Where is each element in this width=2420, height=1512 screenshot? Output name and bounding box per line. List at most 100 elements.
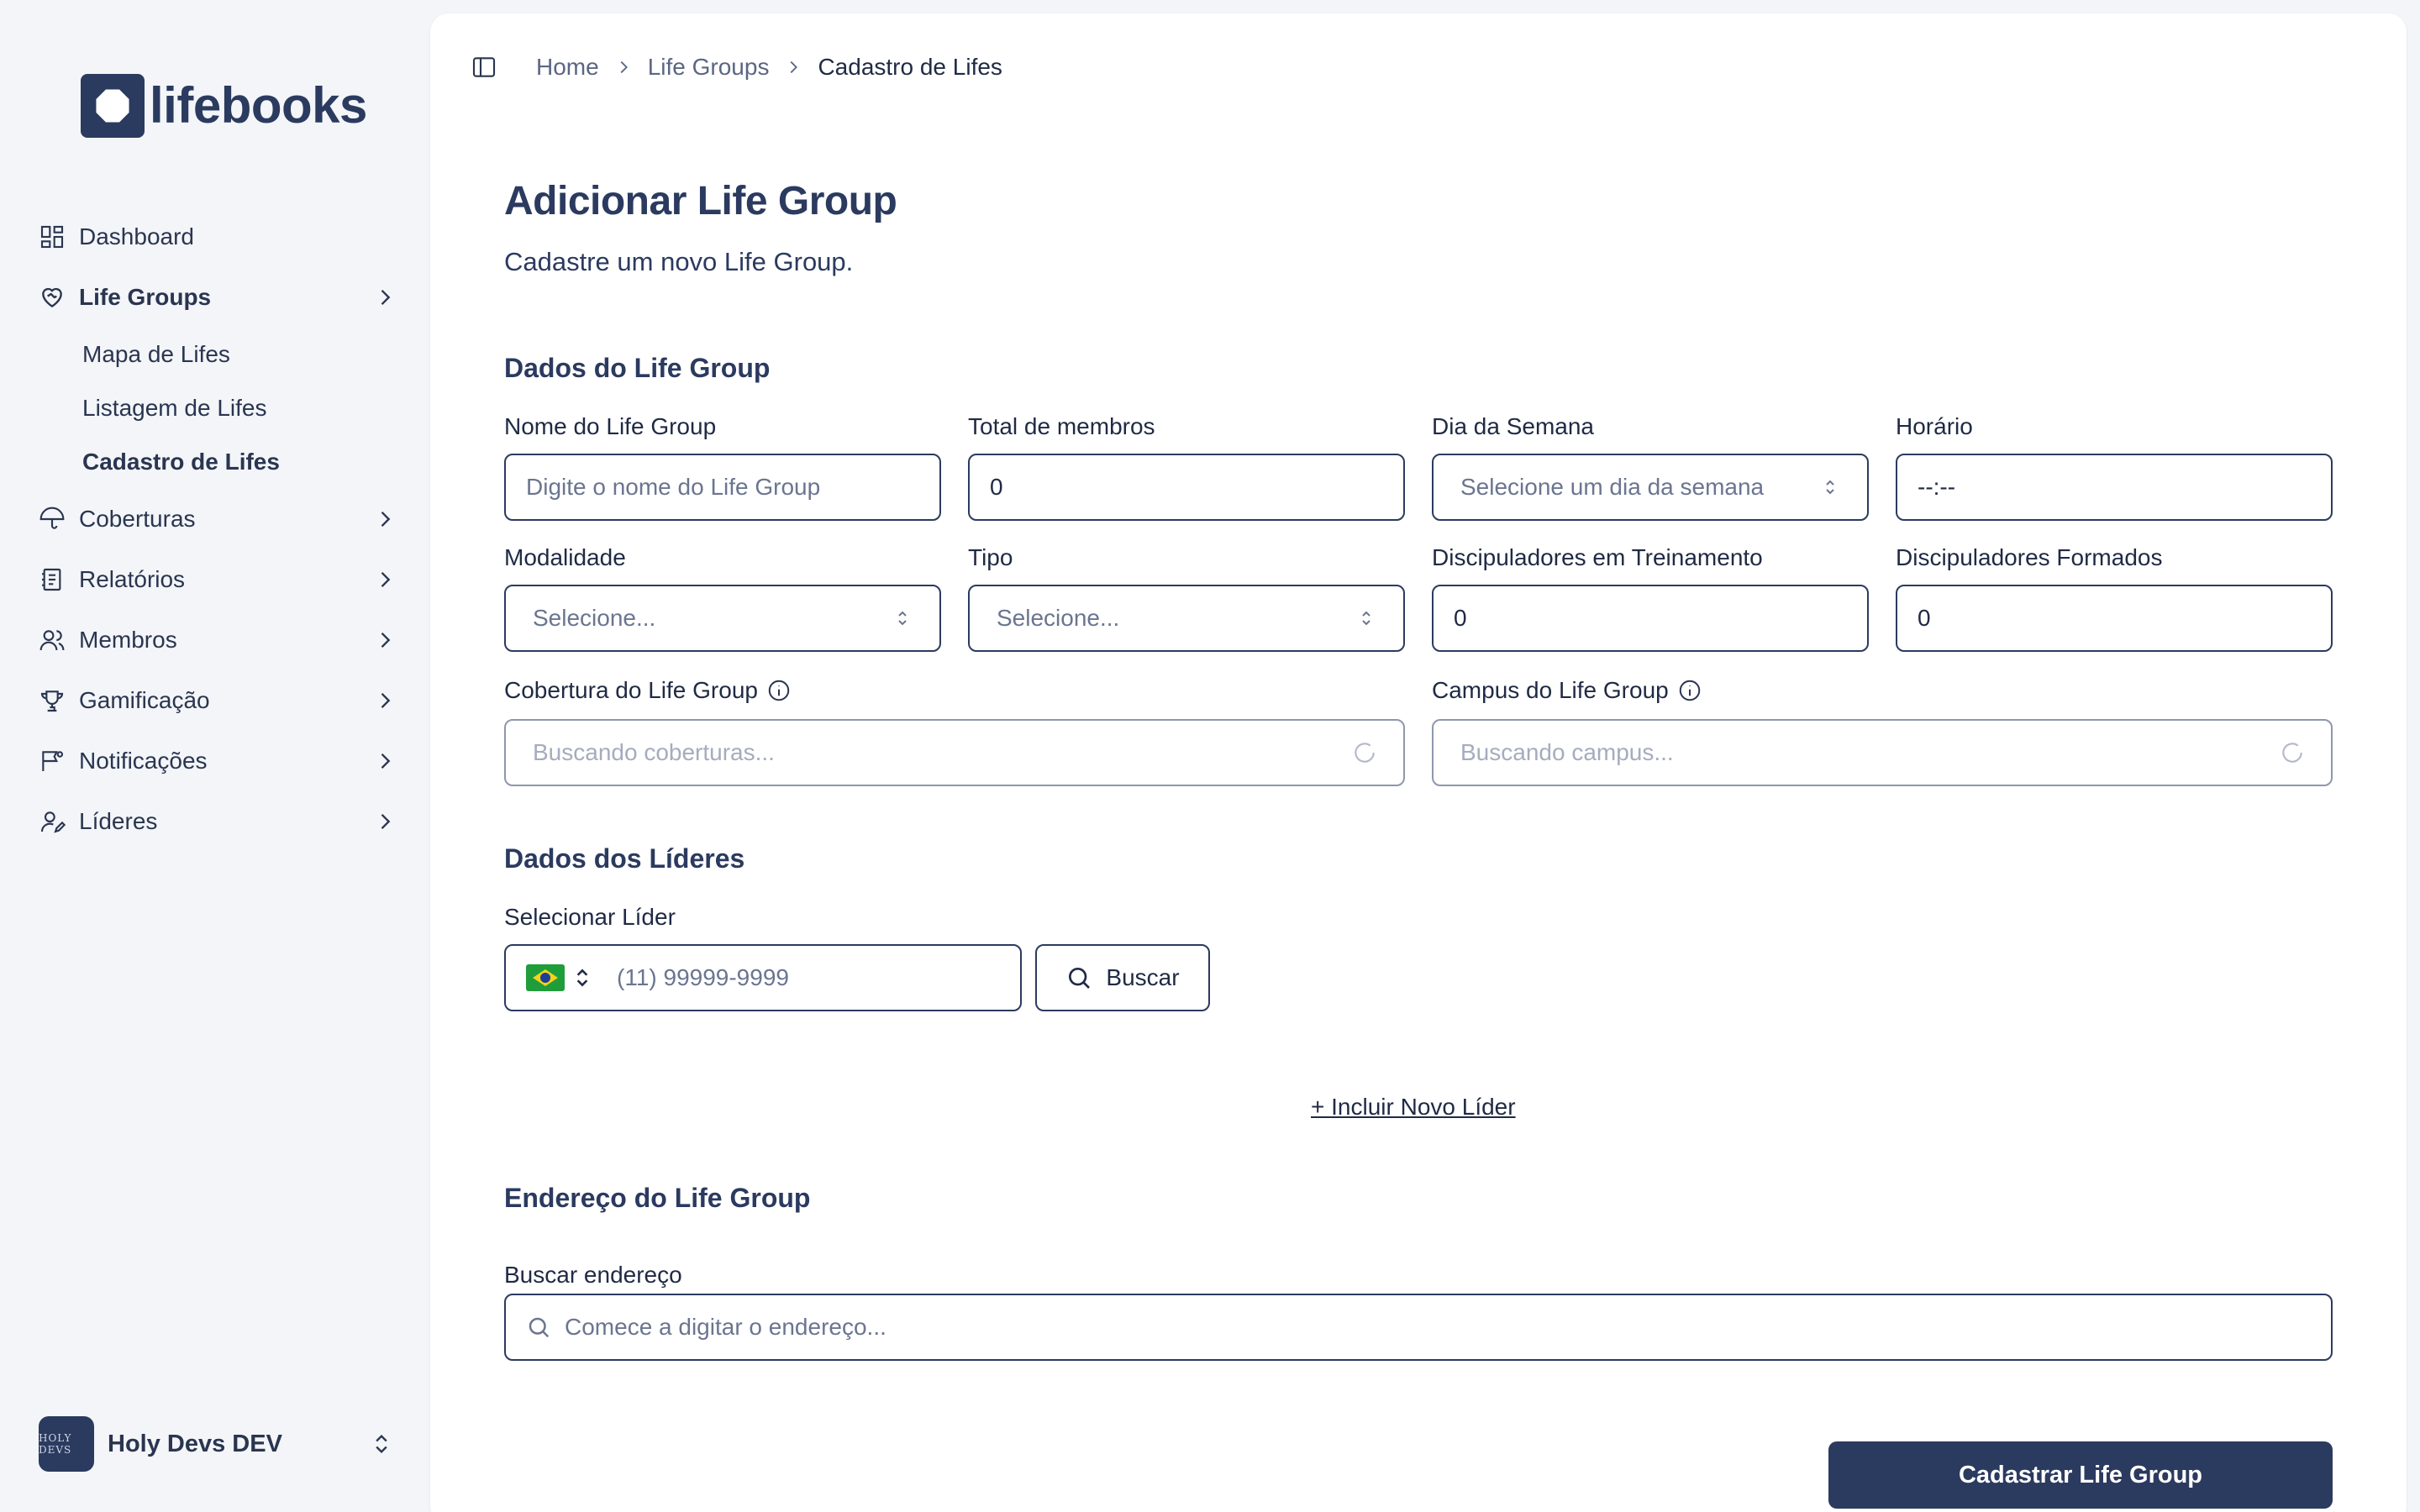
section-title-group-data: Dados do Life Group	[504, 353, 771, 383]
sidebar-subitem-cadastro[interactable]: Cadastro de Lifes	[82, 435, 397, 489]
search-icon	[1069, 968, 1091, 989]
time-input[interactable]: --:--	[1896, 454, 2333, 521]
type-select[interactable]: Selecione...	[968, 585, 1405, 652]
info-icon[interactable]	[766, 678, 792, 703]
dashboard-icon	[37, 222, 67, 252]
sidebar-item-coberturas[interactable]: Coberturas	[37, 489, 397, 549]
search-leader-button[interactable]: Buscar	[1035, 944, 1210, 1011]
sidebar: lifebooks Dashboard Life Groups Mapa de …	[0, 0, 430, 1512]
chevron-right-icon	[381, 633, 391, 648]
sidebar-item-gamificacao[interactable]: Gamificação	[37, 670, 397, 731]
members-label: Total de membros	[968, 413, 1155, 439]
page-subtitle: Cadastre um novo Life Group.	[504, 247, 854, 276]
phone-input[interactable]: (11) 99999-9999	[504, 944, 1022, 1011]
sidebar-item-label: Life Groups	[79, 284, 212, 310]
trophy-icon	[37, 685, 67, 716]
sidebar-nav: Dashboard Life Groups Mapa de Lifes List…	[37, 207, 397, 852]
sidebar-item-life-groups[interactable]: Life Groups	[37, 267, 397, 328]
section-title-leaders: Dados dos Líderes	[504, 843, 745, 874]
sidebar-subitem-listagem[interactable]: Listagem de Lifes	[82, 381, 397, 435]
logo-mark-icon	[81, 74, 145, 138]
weekday-label: Dia da Semana	[1432, 413, 1595, 439]
members-input[interactable]: 0	[968, 454, 1405, 521]
workspace-name: Holy Devs DEV	[108, 1430, 282, 1457]
coverage-label-text: Cobertura do Life Group	[504, 677, 758, 703]
report-icon	[37, 564, 67, 595]
group-name-input[interactable]: Digite o nome do Life Group	[504, 454, 941, 521]
loading-spinner-icon	[1355, 743, 1375, 763]
breadcrumb: Home Life Groups Cadastro de Lifes	[536, 54, 1002, 81]
heart-handshake-icon	[37, 282, 67, 312]
type-label: Tipo	[968, 544, 1013, 570]
message-flag-icon	[37, 746, 67, 776]
select-leader-label: Selecionar Líder	[504, 904, 676, 930]
avatar: HOLY DEVS	[39, 1416, 94, 1472]
info-icon[interactable]	[1677, 678, 1702, 703]
life-groups-submenu: Mapa de Lifes Listagem de Lifes Cadastro…	[82, 328, 397, 489]
chevron-right-icon	[381, 512, 391, 527]
sidebar-item-label: Coberturas	[79, 506, 196, 532]
sidebar-subitem-mapa[interactable]: Mapa de Lifes	[82, 328, 397, 381]
add-new-leader-link[interactable]: + Incluir Novo Líder	[1311, 1094, 1516, 1121]
phone-placeholder: (11) 99999-9999	[617, 964, 789, 990]
disc-formed-label: Discipuladores Formados	[1896, 544, 2163, 570]
submit-life-group-button[interactable]: Cadastrar Life Group	[1828, 1441, 2333, 1509]
address-search-input[interactable]: Comece a digitar o endereço...	[504, 1294, 2333, 1361]
breadcrumb-life-groups[interactable]: Life Groups	[648, 54, 770, 81]
search-icon	[529, 1317, 550, 1338]
weekday-select[interactable]: Selecione um dia da semana	[1432, 454, 1869, 521]
sidebar-item-lideres[interactable]: Líderes	[37, 791, 397, 852]
country-picker[interactable]	[526, 964, 592, 991]
chevron-right-icon	[381, 572, 391, 587]
chevrons-up-down-icon	[1826, 480, 1834, 495]
coverage-select-value: Buscando coberturas...	[533, 739, 775, 765]
campus-select-value: Buscando campus...	[1460, 739, 1674, 765]
disc-formed-input[interactable]: 0	[1896, 585, 2333, 652]
sidebar-item-label: Membros	[79, 627, 177, 653]
breadcrumb-home[interactable]: Home	[536, 54, 599, 81]
sidebar-item-membros[interactable]: Membros	[37, 610, 397, 670]
chevron-right-icon	[381, 814, 391, 829]
modality-label: Modalidade	[504, 544, 626, 570]
coverage-label: Cobertura do Life Group	[504, 677, 792, 704]
group-name-label: Nome do Life Group	[504, 413, 717, 439]
chevrons-up-down-icon	[898, 611, 907, 626]
time-label: Horário	[1896, 413, 1973, 439]
campus-label: Campus do Life Group	[1432, 677, 1702, 704]
logo-text: lifebooks	[150, 77, 367, 134]
chevron-right-icon	[381, 693, 391, 708]
chevron-right-icon	[620, 60, 628, 74]
sidebar-item-label: Gamificação	[79, 687, 210, 713]
brazil-flag-icon	[526, 964, 565, 991]
coverage-select[interactable]: Buscando coberturas...	[504, 719, 1405, 786]
page-title: Adicionar Life Group	[504, 179, 897, 223]
main-panel: Home Life Groups Cadastro de Lifes Adici…	[430, 13, 2407, 1512]
weekday-select-value: Selecione um dia da semana	[1460, 474, 1765, 500]
address-search-placeholder: Comece a digitar o endereço...	[565, 1314, 886, 1340]
users-icon	[37, 625, 67, 655]
sidebar-item-label: Líderes	[79, 808, 158, 834]
modality-select[interactable]: Selecione...	[504, 585, 941, 652]
user-pen-icon	[37, 806, 67, 837]
chevron-right-icon	[791, 60, 798, 74]
disc-training-input[interactable]: 0	[1432, 585, 1869, 652]
chevron-right-icon	[381, 753, 391, 769]
address-search-label: Buscar endereço	[504, 1262, 682, 1288]
campus-select[interactable]: Buscando campus...	[1432, 719, 2333, 786]
search-button-label: Buscar	[1106, 964, 1180, 990]
workspace-switcher[interactable]: HOLY DEVS Holy Devs DEV	[39, 1416, 397, 1472]
sidebar-item-notificacoes[interactable]: Notificações	[37, 731, 397, 791]
campus-label-text: Campus do Life Group	[1432, 677, 1669, 703]
sidebar-item-label: Relatórios	[79, 566, 186, 592]
section-title-address: Endereço do Life Group	[504, 1183, 811, 1213]
top-bar: Home Life Groups Cadastro de Lifes	[471, 50, 1002, 84]
app-logo[interactable]: lifebooks	[81, 74, 367, 138]
breadcrumb-current: Cadastro de Lifes	[818, 54, 1002, 80]
chevrons-up-down-icon	[1362, 611, 1370, 626]
modality-select-value: Selecione...	[533, 605, 656, 631]
sidebar-item-dashboard[interactable]: Dashboard	[37, 207, 397, 267]
sidebar-item-relatorios[interactable]: Relatórios	[37, 549, 397, 610]
disc-training-label: Discipuladores em Treinamento	[1432, 544, 1763, 570]
sidebar-item-label: Notificações	[79, 748, 208, 774]
sidebar-toggle-icon[interactable]	[471, 54, 497, 81]
